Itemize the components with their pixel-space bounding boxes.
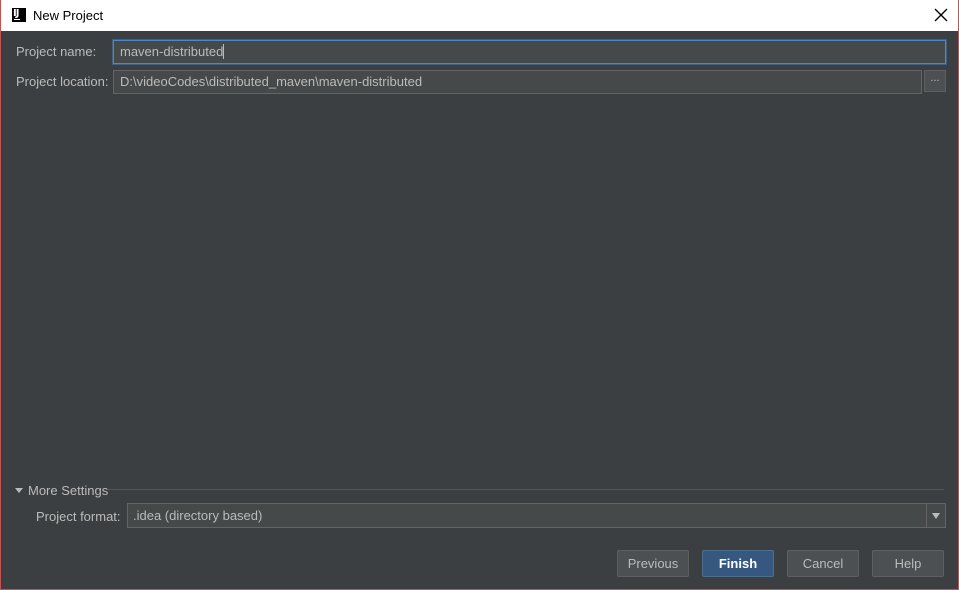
window-title: New Project xyxy=(33,8,104,23)
triangle-down-icon xyxy=(15,488,23,493)
more-settings-label: More Settings xyxy=(28,483,109,498)
close-icon[interactable] xyxy=(932,6,950,24)
browse-button[interactable]: ... xyxy=(924,70,946,92)
more-settings-toggle[interactable]: More Settings xyxy=(15,483,108,498)
help-button[interactable]: Help xyxy=(872,550,944,577)
intellij-icon: IJ xyxy=(12,8,26,22)
app-icon-text: IJ xyxy=(13,8,20,19)
project-format-label: Project format: xyxy=(36,509,121,524)
project-name-input[interactable]: maven-distributed xyxy=(113,40,946,64)
project-name-label: Project name: xyxy=(16,44,97,59)
project-format-value: .idea (directory based) xyxy=(133,508,263,523)
project-format-select[interactable]: .idea (directory based) xyxy=(127,503,946,528)
project-name-value: maven-distributed xyxy=(120,44,224,59)
new-project-dialog: IJ New Project Project name: maven-distr… xyxy=(1,0,958,589)
project-location-label: Project location: xyxy=(16,74,109,89)
finish-button[interactable]: Finish xyxy=(702,550,774,577)
settings-divider xyxy=(108,489,944,490)
app-icon-bar xyxy=(14,19,20,20)
dropdown-arrow-button[interactable] xyxy=(926,504,945,527)
project-location-input[interactable]: D:\videoCodes\distributed_maven\maven-di… xyxy=(113,70,922,94)
chevron-down-icon xyxy=(932,513,940,519)
previous-button[interactable]: Previous xyxy=(617,550,689,577)
project-location-value: D:\videoCodes\distributed_maven\maven-di… xyxy=(120,74,423,89)
text-caret xyxy=(223,44,225,59)
title-bar: IJ New Project xyxy=(1,0,958,31)
cancel-button[interactable]: Cancel xyxy=(787,550,859,577)
